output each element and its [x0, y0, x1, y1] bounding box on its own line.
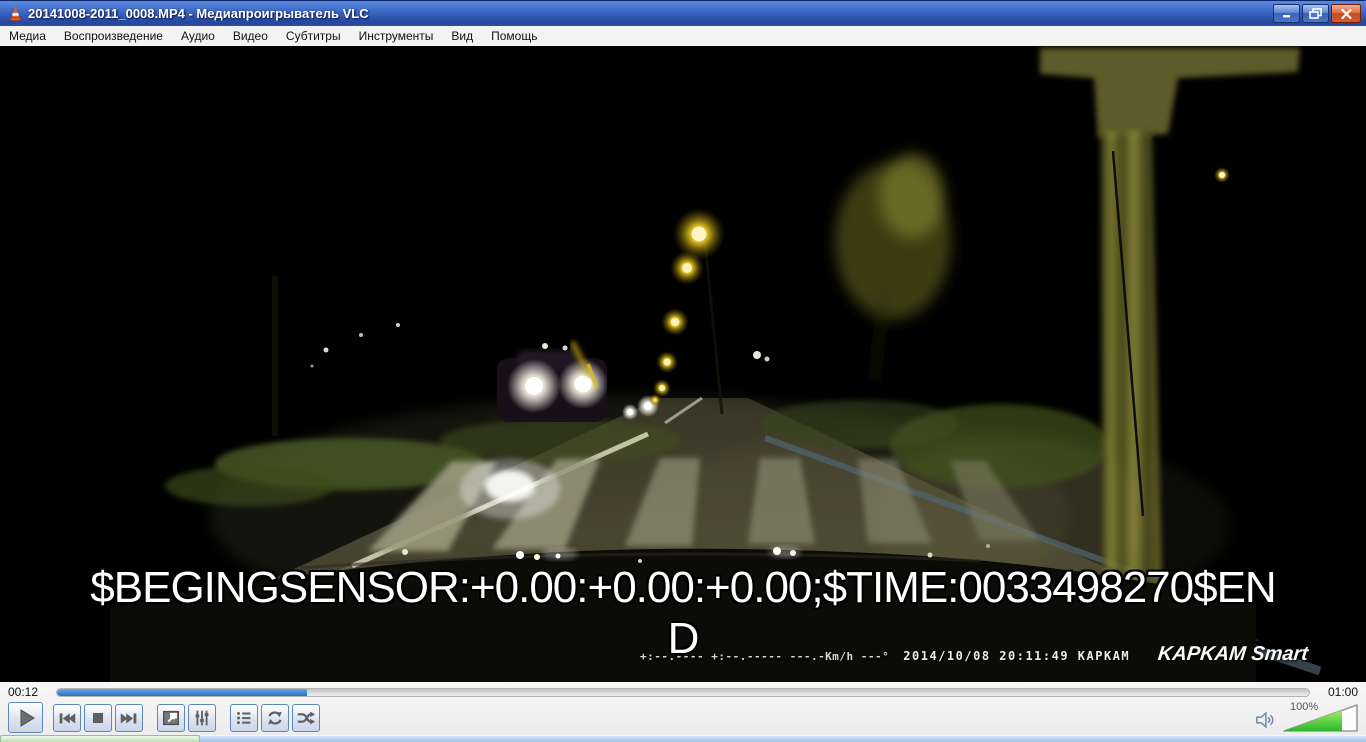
- dashcam-brand-logo: KAPKAM Smart: [1157, 643, 1309, 666]
- button-row: 100%: [0, 702, 1366, 735]
- menu-item-media[interactable]: Медиа: [0, 27, 55, 45]
- menu-item-tools[interactable]: Инструменты: [350, 27, 443, 45]
- shuffle-button[interactable]: [292, 704, 320, 732]
- next-icon: [118, 707, 140, 729]
- seek-fill: [57, 689, 307, 696]
- fullscreen-button[interactable]: [157, 704, 185, 732]
- menu-item-playback[interactable]: Воспроизведение: [55, 27, 172, 45]
- dashcam-datetime: 2014/10/08 20:11:49 КАРКАМ: [903, 649, 1130, 663]
- taskbar-edge: [0, 735, 1366, 742]
- window-title: 20141008-2011_0008.MP4 - Медиапроигрыват…: [28, 6, 1273, 21]
- restore-icon: [1309, 8, 1322, 19]
- menu-item-video[interactable]: Видео: [224, 27, 277, 45]
- loop-icon: [264, 707, 286, 729]
- menu-item-audio[interactable]: Аудио: [172, 27, 224, 45]
- menu-item-subtitles[interactable]: Субтитры: [277, 27, 350, 45]
- speaker-icon[interactable]: [1254, 710, 1276, 730]
- seek-row: 00:12 01:00: [0, 682, 1366, 702]
- menu-item-help[interactable]: Помощь: [482, 27, 546, 45]
- video-display-area[interactable]: $BEGINGSENSOR:+0.00:+0.00:+0.00;$TIME:00…: [0, 46, 1366, 682]
- gps-placeholder-text: +:--.---- +:--.----- ---.-Km/h ---°: [640, 650, 889, 663]
- volume-wedge-icon: [1282, 702, 1360, 733]
- fullscreen-icon: [160, 707, 182, 729]
- total-time: 01:00: [1320, 685, 1358, 699]
- shuffle-icon: [295, 707, 317, 729]
- equalizer-icon: [191, 707, 213, 729]
- play-button[interactable]: [8, 702, 43, 733]
- restore-button[interactable]: [1302, 4, 1329, 23]
- vlc-cone-icon: [7, 5, 24, 22]
- taskbar-edge-fill: [200, 735, 1366, 742]
- volume-control: 100%: [1254, 702, 1360, 734]
- control-bar: 00:12 01:00: [0, 682, 1366, 735]
- menu-bar: Медиа Воспроизведение Аудио Видео Субтит…: [0, 26, 1366, 46]
- minimize-icon: [1281, 9, 1293, 18]
- volume-slider[interactable]: 100%: [1282, 702, 1360, 734]
- subtitle-line-1: $BEGINGSENSOR:+0.00:+0.00:+0.00;$TIME:00…: [0, 562, 1366, 613]
- playlist-button[interactable]: [230, 704, 258, 732]
- menu-item-view[interactable]: Вид: [442, 27, 482, 45]
- play-icon: [14, 706, 38, 730]
- window-controls: [1273, 4, 1361, 23]
- playlist-icon: [233, 707, 255, 729]
- extended-settings-button[interactable]: [188, 704, 216, 732]
- minimize-button[interactable]: [1273, 4, 1300, 23]
- seek-bar[interactable]: [56, 688, 1310, 697]
- taskbar-button-edge[interactable]: [0, 735, 200, 742]
- loop-button[interactable]: [261, 704, 289, 732]
- title-bar[interactable]: 20141008-2011_0008.MP4 - Медиапроигрыват…: [0, 0, 1366, 26]
- previous-icon: [56, 707, 78, 729]
- stop-icon: [87, 707, 109, 729]
- close-button[interactable]: [1331, 4, 1361, 23]
- elapsed-time: 00:12: [8, 685, 46, 699]
- dashcam-overlay: +:--.---- +:--.----- ---.-Km/h ---° 2014…: [640, 643, 1308, 666]
- stop-button[interactable]: [84, 704, 112, 732]
- vlc-window: 20141008-2011_0008.MP4 - Медиапроигрыват…: [0, 0, 1366, 742]
- previous-button[interactable]: [53, 704, 81, 732]
- close-icon: [1341, 9, 1352, 19]
- next-button[interactable]: [115, 704, 143, 732]
